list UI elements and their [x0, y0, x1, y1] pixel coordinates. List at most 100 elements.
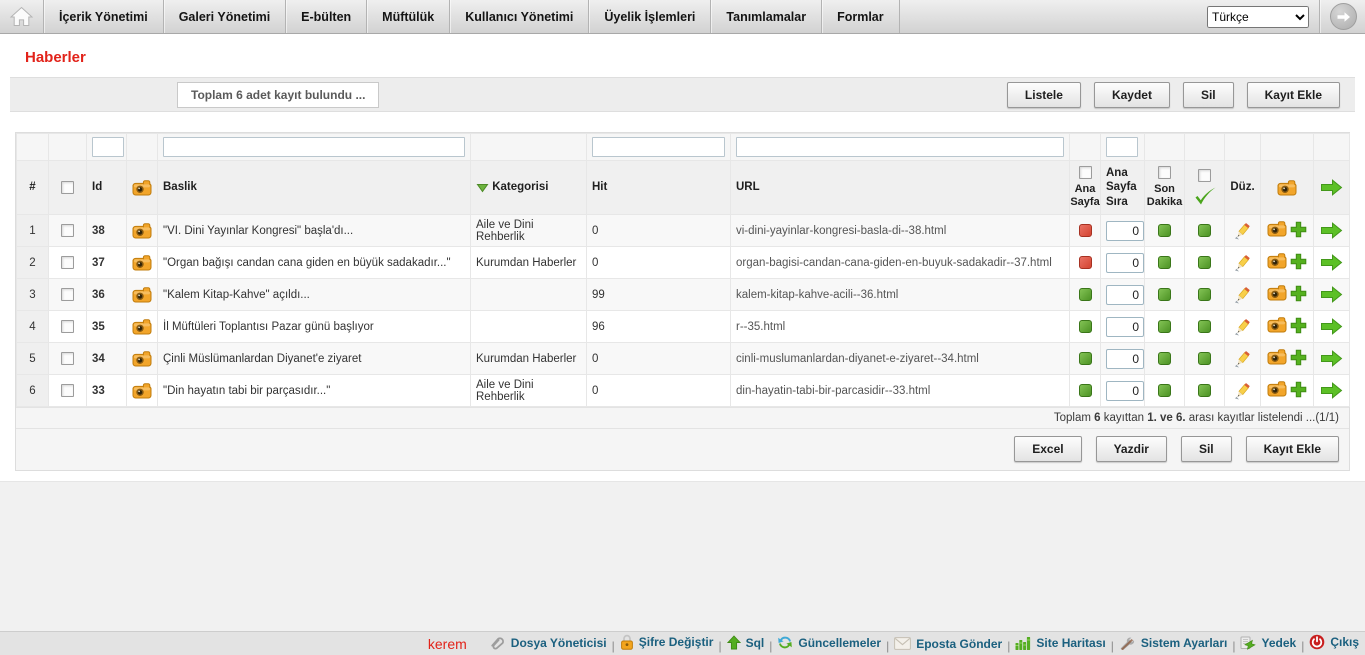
statusbar-link-g-ncellemeler[interactable]: Güncellemeler	[777, 635, 881, 650]
aktif-status[interactable]	[1198, 320, 1211, 333]
sort-down-icon[interactable]	[476, 182, 489, 193]
kayit-ekle-bottom-button[interactable]: Kayıt Ekle	[1246, 436, 1339, 462]
son-dakika-status[interactable]	[1158, 320, 1171, 333]
filter-id-input[interactable]	[92, 137, 124, 157]
filter-url-input[interactable]	[736, 137, 1064, 157]
camera-icon[interactable]	[1267, 317, 1287, 333]
home-button[interactable]	[0, 0, 44, 33]
son-dakika-status[interactable]	[1158, 288, 1171, 301]
row-checkbox[interactable]	[61, 384, 74, 397]
header-url[interactable]: URL	[731, 161, 1070, 215]
listele-button[interactable]: Listele	[1007, 82, 1081, 108]
plus-icon[interactable]	[1290, 221, 1307, 238]
header-kategori[interactable]: Kategorisi	[471, 161, 587, 215]
pencil-icon[interactable]	[1233, 350, 1252, 368]
ana-sayfa-all-checkbox[interactable]	[1079, 166, 1092, 179]
statusbar-link-yedek[interactable]: Yedek	[1240, 636, 1296, 650]
nav-item-galeri-y-netimi[interactable]: Galeri Yönetimi	[164, 0, 286, 33]
row-checkbox[interactable]	[61, 288, 74, 301]
go-button[interactable]	[1330, 3, 1357, 30]
row-checkbox[interactable]	[61, 224, 74, 237]
row-checkbox[interactable]	[61, 352, 74, 365]
son-dakika-status[interactable]	[1158, 256, 1171, 269]
aktif-all-checkbox[interactable]	[1198, 169, 1211, 182]
son-dakika-status[interactable]	[1158, 352, 1171, 365]
aktif-status[interactable]	[1198, 224, 1211, 237]
plus-icon[interactable]	[1290, 349, 1307, 366]
statusbar-link-site-haritas[interactable]: Site Haritası	[1015, 636, 1105, 650]
plus-icon[interactable]	[1290, 285, 1307, 302]
ana-sayfa-status[interactable]	[1079, 320, 1092, 333]
ana-sayfa-status[interactable]	[1079, 224, 1092, 237]
nav-item-yelik-i-lemleri[interactable]: Üyelik İşlemleri	[589, 0, 711, 33]
nav-item-kullan-c-y-netimi[interactable]: Kullanıcı Yönetimi	[450, 0, 589, 33]
ana-sayfa-sira-input[interactable]	[1106, 285, 1144, 305]
ana-sayfa-status[interactable]	[1079, 352, 1092, 365]
camera-icon[interactable]	[132, 383, 152, 399]
pencil-icon[interactable]	[1233, 286, 1252, 304]
arrow-right-icon[interactable]	[1320, 254, 1343, 271]
aktif-status[interactable]	[1198, 384, 1211, 397]
pencil-icon[interactable]	[1233, 382, 1252, 400]
ana-sayfa-status[interactable]	[1079, 256, 1092, 269]
filter-hit-input[interactable]	[592, 137, 725, 157]
sil-bottom-button[interactable]: Sil	[1181, 436, 1232, 462]
filter-baslik-input[interactable]	[163, 137, 465, 157]
arrow-right-icon[interactable]	[1320, 350, 1343, 367]
plus-icon[interactable]	[1290, 253, 1307, 270]
arrow-right-icon[interactable]	[1320, 222, 1343, 239]
pencil-icon[interactable]	[1233, 318, 1252, 336]
statusbar-link-sistem-ayarlar[interactable]: Sistem Ayarları	[1119, 636, 1228, 650]
statusbar-link-eposta-g-nder[interactable]: Eposta Gönder	[894, 637, 1002, 651]
yazdir-button[interactable]: Yazdir	[1096, 436, 1167, 462]
statusbar-link-dosya-y-neticisi[interactable]: Dosya Yöneticisi	[489, 636, 607, 650]
row-checkbox[interactable]	[61, 256, 74, 269]
kayit-ekle-button[interactable]: Kayıt Ekle	[1247, 82, 1340, 108]
camera-icon[interactable]	[1267, 253, 1287, 269]
camera-icon[interactable]	[1267, 221, 1287, 237]
header-hit[interactable]: Hit	[587, 161, 731, 215]
filter-ana-sayfa-sira-input[interactable]	[1106, 137, 1138, 157]
camera-icon[interactable]	[1267, 349, 1287, 365]
ana-sayfa-sira-input[interactable]	[1106, 381, 1144, 401]
header-id[interactable]: Id	[87, 161, 127, 215]
camera-icon[interactable]	[1267, 381, 1287, 397]
arrow-right-icon[interactable]	[1320, 286, 1343, 303]
plus-icon[interactable]	[1290, 317, 1307, 334]
pencil-icon[interactable]	[1233, 254, 1252, 272]
camera-icon[interactable]	[132, 319, 152, 335]
ana-sayfa-status[interactable]	[1079, 288, 1092, 301]
ana-sayfa-status[interactable]	[1079, 384, 1092, 397]
ana-sayfa-sira-input[interactable]	[1106, 349, 1144, 369]
arrow-right-icon[interactable]	[1320, 318, 1343, 335]
excel-button[interactable]: Excel	[1014, 436, 1081, 462]
language-select[interactable]: Türkçe	[1207, 6, 1309, 28]
nav-item-e-b-lten[interactable]: E-bülten	[286, 0, 367, 33]
aktif-status[interactable]	[1198, 256, 1211, 269]
arrow-right-icon[interactable]	[1320, 382, 1343, 399]
son-dakika-status[interactable]	[1158, 224, 1171, 237]
aktif-status[interactable]	[1198, 288, 1211, 301]
statusbar-link-sql[interactable]: Sql	[727, 635, 765, 650]
son-dakika-all-checkbox[interactable]	[1158, 166, 1171, 179]
nav-item-tan-mlamalar[interactable]: Tanımlamalar	[711, 0, 822, 33]
nav-item-i-erik-y-netimi[interactable]: İçerik Yönetimi	[44, 0, 164, 33]
nav-item-m-ft-l-k[interactable]: Müftülük	[367, 0, 450, 33]
kaydet-button[interactable]: Kaydet	[1094, 82, 1170, 108]
aktif-status[interactable]	[1198, 352, 1211, 365]
camera-icon[interactable]	[132, 255, 152, 271]
ana-sayfa-sira-input[interactable]	[1106, 253, 1144, 273]
plus-icon[interactable]	[1290, 381, 1307, 398]
row-checkbox[interactable]	[61, 320, 74, 333]
pencil-icon[interactable]	[1233, 222, 1252, 240]
ana-sayfa-sira-input[interactable]	[1106, 221, 1144, 241]
son-dakika-status[interactable]	[1158, 384, 1171, 397]
select-all-checkbox[interactable]	[61, 181, 74, 194]
header-baslik[interactable]: Baslik	[158, 161, 471, 215]
statusbar-link-ifre-de-i-tir[interactable]: Şifre Değiştir	[620, 634, 714, 650]
camera-icon[interactable]	[1267, 285, 1287, 301]
nav-item-formlar[interactable]: Formlar	[822, 0, 900, 33]
ana-sayfa-sira-input[interactable]	[1106, 317, 1144, 337]
camera-icon[interactable]	[132, 223, 152, 239]
sil-button[interactable]: Sil	[1183, 82, 1234, 108]
